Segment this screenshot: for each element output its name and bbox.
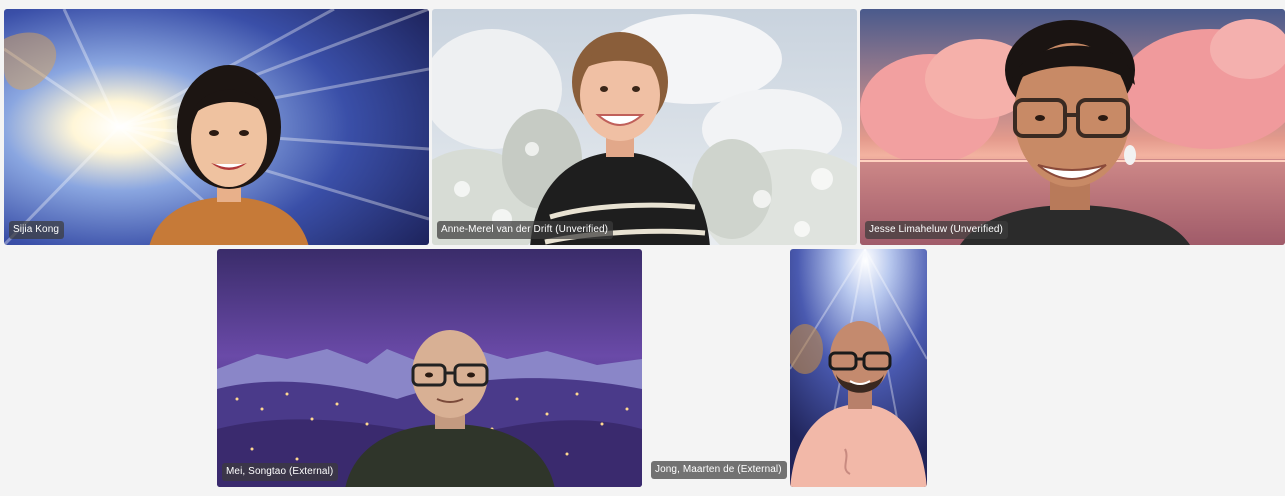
participant-tile-mei-songtao[interactable]: Mei, Songtao (External)	[217, 249, 642, 487]
participant-tile-jong-maarten-de[interactable]	[790, 249, 927, 487]
participant-video-anne-merel	[530, 32, 710, 245]
participant-name-label: Mei, Songtao (External)	[222, 463, 339, 481]
participant-name-label: Anne-Merel van der Drift (Unverified)	[437, 221, 614, 239]
video-call-gallery: Sijia Kong Anne-Merel van der Drift (Unv…	[0, 0, 1285, 496]
participant-tile-jesse-limaheluw[interactable]: Jesse Limaheluw (Unverified)	[860, 9, 1285, 245]
participant-video-jesse-limaheluw	[960, 20, 1190, 245]
participant-video-mei-songtao	[345, 330, 555, 487]
participant-tile-sijia-kong[interactable]: Sijia Kong	[4, 9, 429, 245]
participant-name-label: Jesse Limaheluw (Unverified)	[865, 221, 1008, 239]
participant-name-label: Jong, Maarten de (External)	[651, 461, 787, 479]
participant-name-label: Sijia Kong	[9, 221, 65, 239]
participant-video-jong-maarten-de	[790, 321, 927, 487]
participant-video-sijia-kong	[149, 65, 309, 245]
participant-tile-anne-merel[interactable]: Anne-Merel van der Drift (Unverified)	[432, 9, 857, 245]
